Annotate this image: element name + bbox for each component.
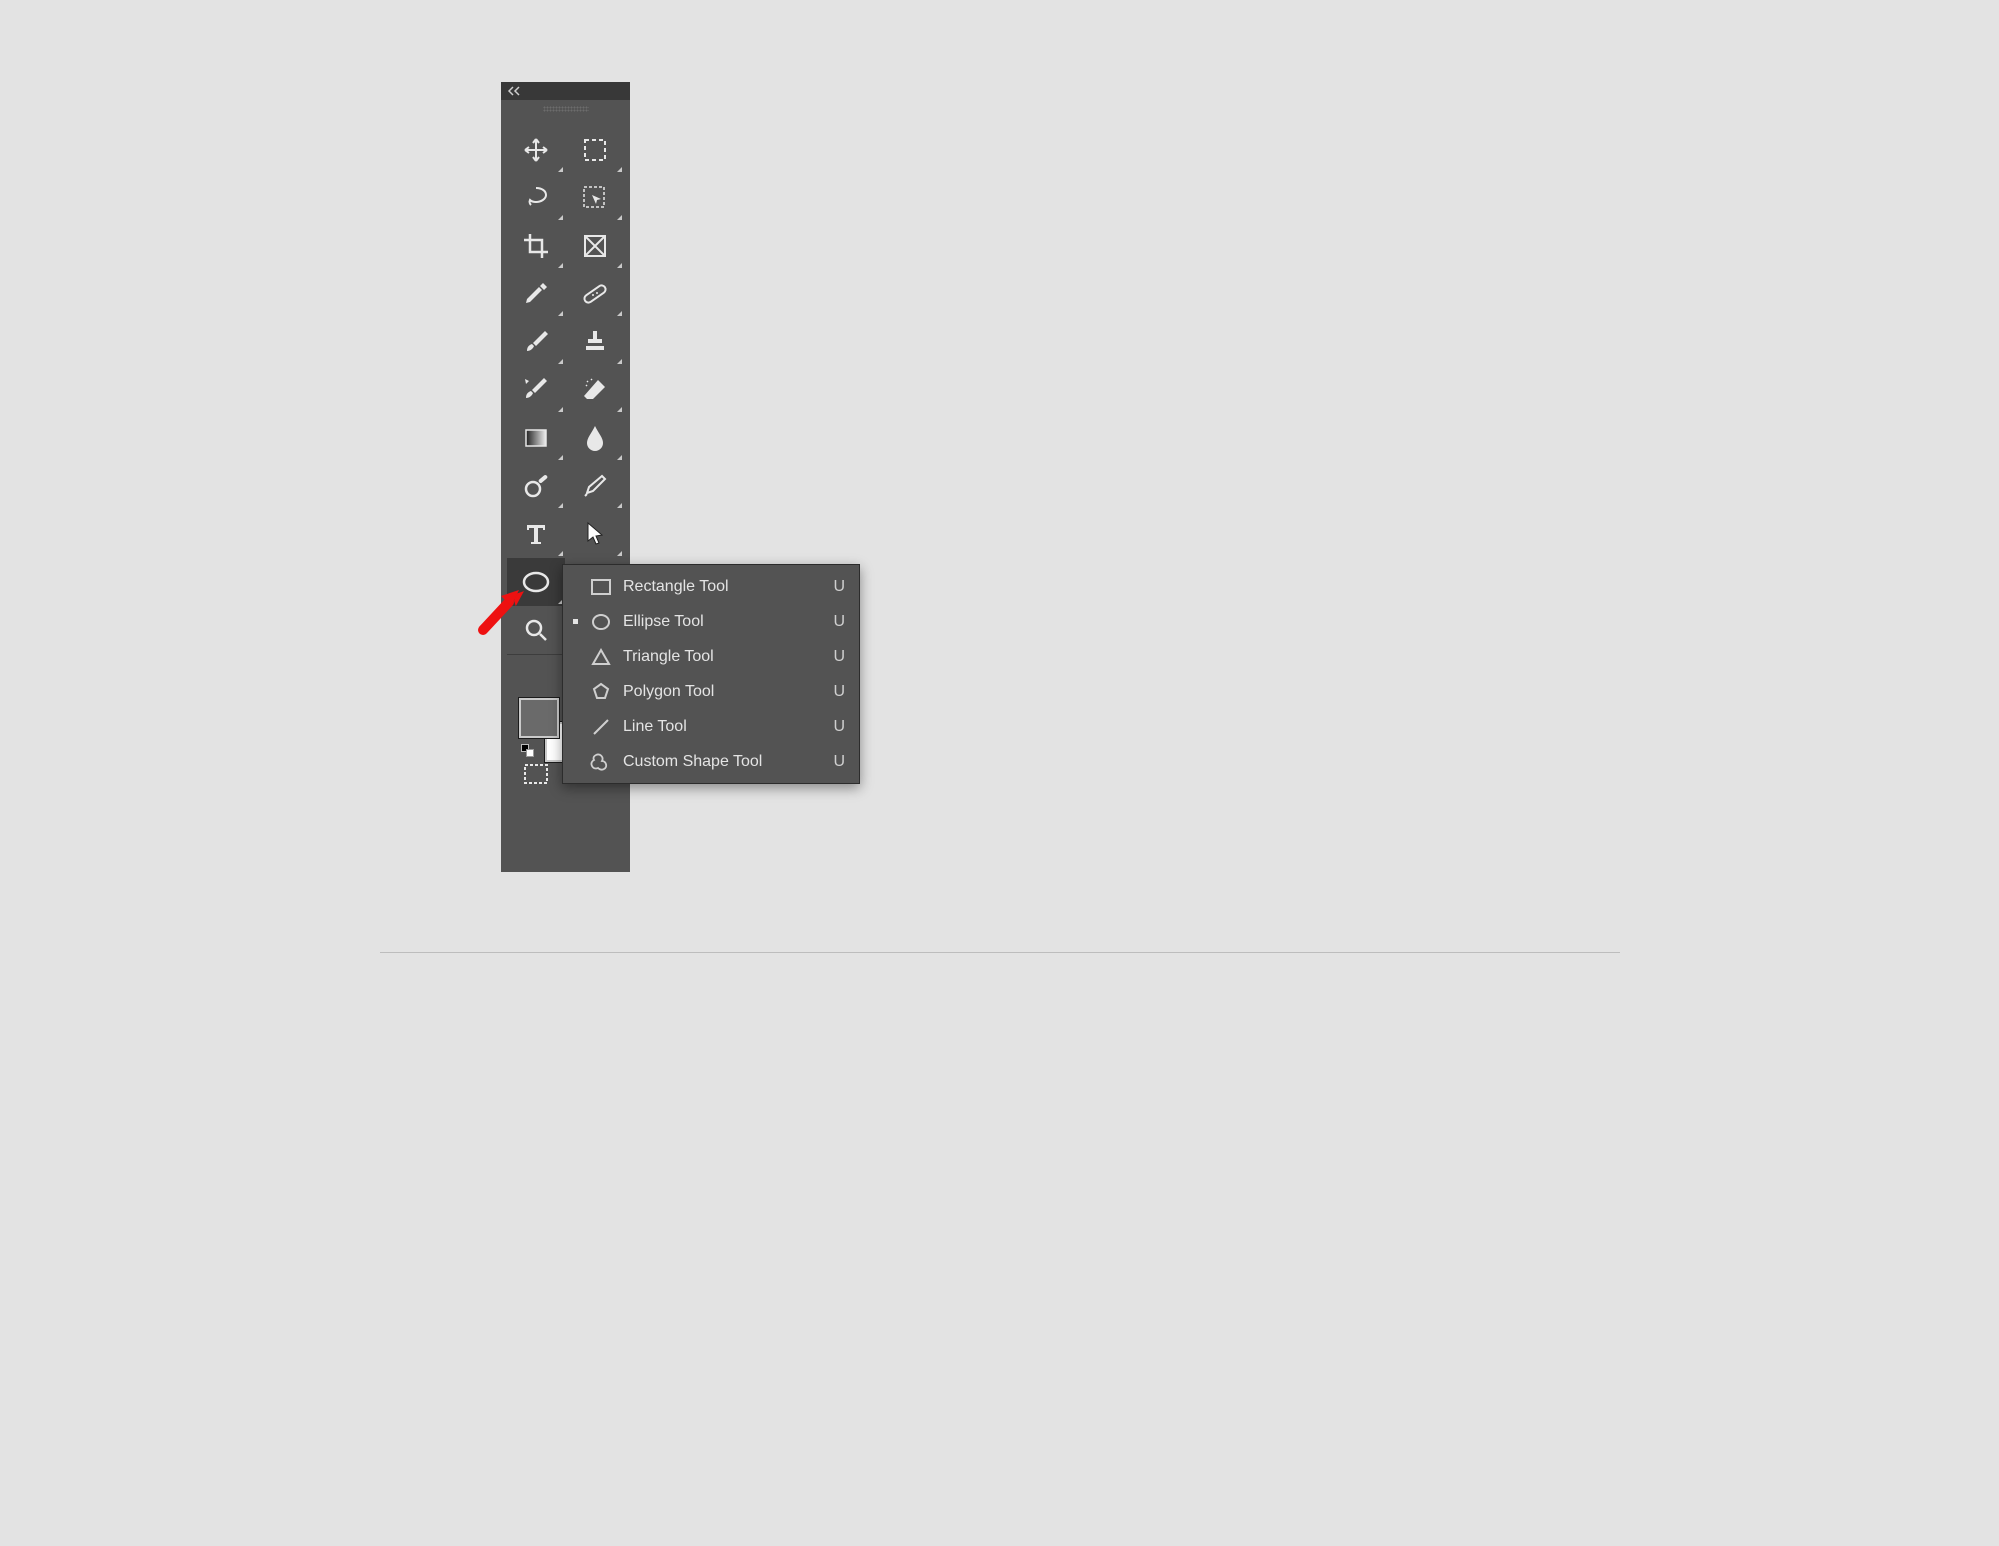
flyout-shortcut: U [831,683,845,701]
type-tool[interactable] [507,510,565,558]
lasso-icon [522,185,550,211]
path-selection-tool[interactable] [566,510,624,558]
brush-icon [523,329,549,355]
panel-collapse-bar[interactable] [501,82,630,100]
flyout-shortcut: U [831,578,845,596]
dodge-icon [522,472,550,500]
flyout-item-custom-shape[interactable]: Custom Shape Tool U [563,744,859,779]
eyedropper-tool[interactable] [507,270,565,318]
move-icon [523,137,549,163]
polygon-icon [589,682,613,702]
dodge-tool[interactable] [507,462,565,510]
flyout-shortcut: U [831,718,845,736]
quick-select-icon [581,184,609,212]
gradient-tool[interactable] [507,414,565,462]
flyout-label: Rectangle Tool [623,578,821,596]
history-brush-icon [522,376,550,404]
quick-selection-tool[interactable] [566,174,624,222]
bandaid-icon [581,280,609,308]
eraser-icon [581,376,609,404]
collapse-chevrons-icon [507,86,523,96]
brush-tool[interactable] [507,318,565,366]
flyout-label: Ellipse Tool [623,613,821,631]
drop-icon [584,424,606,452]
rectangle-icon [589,579,613,595]
arrow-cursor-icon [584,521,606,547]
flyout-label: Polygon Tool [623,683,821,701]
flyout-shortcut: U [831,753,845,771]
flyout-item-polygon[interactable]: Polygon Tool U [563,674,859,709]
type-icon [524,522,548,546]
flyout-shortcut: U [831,648,845,666]
clone-stamp-tool[interactable] [566,318,624,366]
flyout-item-triangle[interactable]: Triangle Tool U [563,639,859,674]
ellipse-icon [589,613,613,631]
flyout-item-line[interactable]: Line Tool U [563,709,859,744]
pen-icon [582,473,608,499]
panel-grip[interactable] [501,100,630,118]
ellipse-icon [521,570,551,594]
eraser-tool[interactable] [566,366,624,414]
flyout-label: Triangle Tool [623,648,821,666]
marquee-icon [582,137,608,163]
blur-tool[interactable] [566,414,624,462]
flyout-item-ellipse[interactable]: Ellipse Tool U [563,604,859,639]
flyout-item-rectangle[interactable]: Rectangle Tool U [563,569,859,604]
lasso-tool[interactable] [507,174,565,222]
history-brush-tool[interactable] [507,366,565,414]
flyout-shortcut: U [831,613,845,631]
red-arrow-annotation [475,586,525,636]
eyedropper-icon [523,281,549,307]
stamp-icon [581,328,609,356]
default-colors-icon[interactable] [521,744,535,758]
crop-icon [522,232,550,260]
foreground-color-swatch[interactable] [519,698,559,738]
zoom-icon [523,617,549,643]
shape-tool-flyout: Rectangle Tool U Ellipse Tool U Triangle… [562,564,860,784]
custom-shape-icon [589,752,613,772]
move-tool[interactable] [507,126,565,174]
healing-brush-tool[interactable] [566,270,624,318]
gradient-icon [523,425,549,451]
active-indicator [571,619,579,624]
flyout-label: Line Tool [623,718,821,736]
flyout-label: Custom Shape Tool [623,753,821,771]
triangle-icon [589,648,613,666]
line-icon [589,717,613,737]
grip-icon [543,106,589,112]
marquee-tool[interactable] [566,126,624,174]
frame-icon [582,233,608,259]
pen-tool[interactable] [566,462,624,510]
frame-tool[interactable] [566,222,624,270]
crop-tool[interactable] [507,222,565,270]
